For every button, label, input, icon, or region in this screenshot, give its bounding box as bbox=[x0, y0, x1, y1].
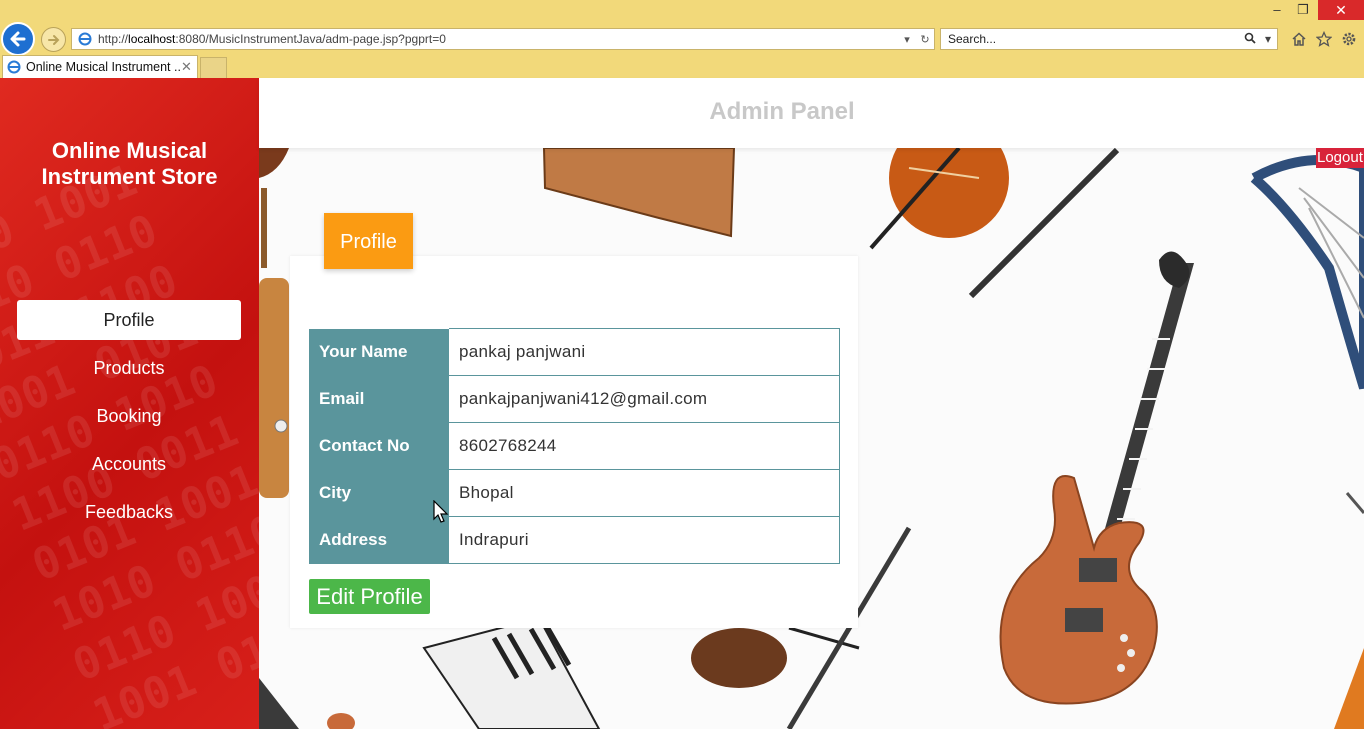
search-bar[interactable]: Search... ▾ bbox=[940, 28, 1278, 50]
star-icon[interactable] bbox=[1314, 28, 1334, 50]
tab-ie-logo-icon bbox=[7, 60, 21, 74]
search-icon[interactable] bbox=[1241, 32, 1259, 47]
gear-icon[interactable] bbox=[1339, 28, 1359, 50]
row-label: Email bbox=[309, 375, 449, 423]
profile-table: Your Name pankaj panjwani Email pankajpa… bbox=[309, 328, 840, 564]
forward-arrow-icon[interactable] bbox=[41, 27, 66, 52]
row-label: City bbox=[309, 469, 449, 517]
sidebar-item-feedbacks[interactable]: Feedbacks bbox=[17, 492, 241, 532]
row-value: Bhopal bbox=[449, 469, 840, 517]
mouse-cursor-icon bbox=[433, 500, 449, 523]
sidebar: 0110 1001 1010 0110 0011 1100 1001 0101 … bbox=[0, 78, 259, 729]
profile-badge: Profile bbox=[324, 213, 413, 269]
row-value: pankajpanjwani412@gmail.com bbox=[449, 375, 840, 423]
new-tab-button[interactable] bbox=[200, 57, 227, 78]
dropdown-icon[interactable]: ▾ bbox=[898, 33, 916, 46]
sidebar-item-profile[interactable]: Profile bbox=[17, 300, 241, 340]
table-row: Contact No 8602768244 bbox=[309, 422, 840, 470]
row-value: 8602768244 bbox=[449, 422, 840, 470]
table-row: Email pankajpanjwani412@gmail.com bbox=[309, 375, 840, 423]
home-icon[interactable] bbox=[1289, 28, 1309, 50]
row-value: Indrapuri bbox=[449, 516, 840, 564]
sidebar-item-booking[interactable]: Booking bbox=[17, 396, 241, 436]
close-icon[interactable]: ✕ bbox=[1318, 0, 1364, 20]
table-row: City Bhopal bbox=[309, 469, 840, 517]
page-header: Admin Panel bbox=[259, 78, 1364, 148]
tab-title: Online Musical Instrument ... bbox=[26, 60, 181, 74]
back-arrow-icon[interactable] bbox=[1, 22, 35, 56]
address-bar[interactable]: http://localhost:8080/MusicInstrumentJav… bbox=[71, 28, 935, 50]
page-title: Admin Panel bbox=[709, 98, 855, 125]
edit-profile-button[interactable]: Edit Profile bbox=[309, 579, 430, 614]
table-row: Address Indrapuri bbox=[309, 516, 840, 564]
row-label: Your Name bbox=[309, 328, 449, 376]
sidebar-item-accounts[interactable]: Accounts bbox=[17, 444, 241, 484]
refresh-icon[interactable]: ↻ bbox=[916, 33, 934, 46]
search-dropdown-icon[interactable]: ▾ bbox=[1259, 32, 1277, 46]
search-placeholder[interactable]: Search... bbox=[948, 32, 1241, 46]
ie-logo-icon bbox=[78, 32, 92, 46]
logout-button[interactable]: Logout bbox=[1316, 148, 1364, 168]
brand-title: Online Musical Instrument Store bbox=[41, 138, 218, 189]
browser-tab[interactable]: Online Musical Instrument ... ✕ bbox=[2, 55, 198, 78]
sidebar-item-products[interactable]: Products bbox=[17, 348, 241, 388]
row-label: Address bbox=[309, 516, 449, 564]
restore-icon[interactable]: ❐ bbox=[1290, 0, 1316, 20]
row-label: Contact No bbox=[309, 422, 449, 470]
browser-chrome: http://localhost:8080/MusicInstrumentJav… bbox=[0, 0, 1364, 78]
tab-close-icon[interactable]: ✕ bbox=[181, 59, 197, 75]
url-text[interactable]: http://localhost:8080/MusicInstrumentJav… bbox=[98, 32, 898, 46]
minimize-icon[interactable]: – bbox=[1264, 0, 1290, 20]
table-row: Your Name pankaj panjwani bbox=[309, 328, 840, 376]
row-value: pankaj panjwani bbox=[449, 328, 840, 376]
